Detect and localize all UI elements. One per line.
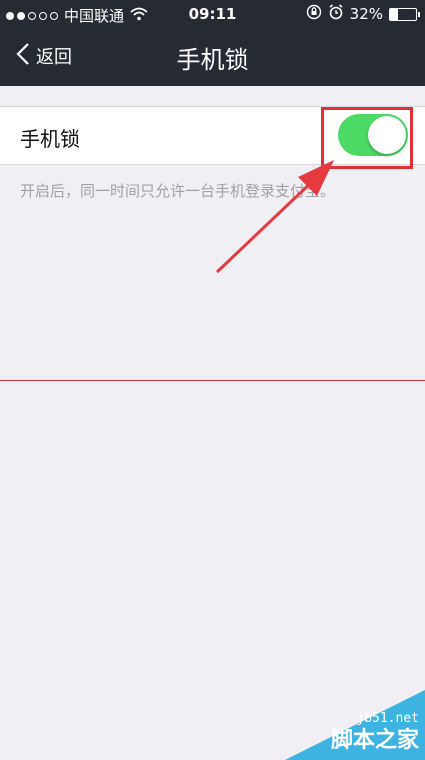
annotation-divider-line	[0, 380, 425, 381]
annotation-arrow-icon	[215, 160, 334, 274]
watermark: jb51.net 脚本之家	[285, 690, 425, 760]
watermark-name: 脚本之家	[330, 728, 419, 753]
